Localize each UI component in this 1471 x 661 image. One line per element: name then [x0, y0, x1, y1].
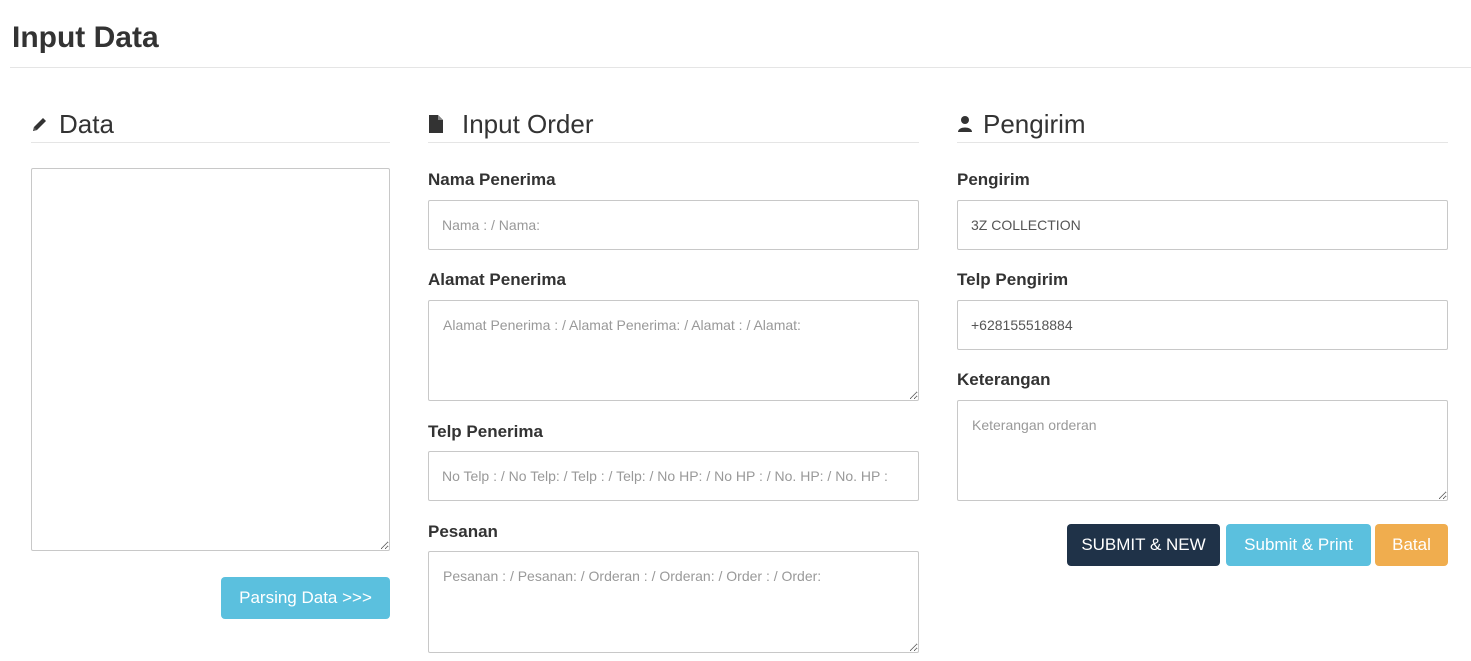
- pengirim-input[interactable]: [957, 200, 1448, 250]
- nama-penerima-label: Nama Penerima: [428, 170, 556, 189]
- submit-new-button[interactable]: SUBMIT & NEW: [1067, 524, 1220, 566]
- title-divider: [10, 67, 1471, 68]
- pencil-icon: [31, 115, 49, 133]
- pengirim-label: Pengirim: [957, 170, 1030, 189]
- alamat-penerima-textarea[interactable]: [428, 300, 919, 401]
- telp-penerima-input[interactable]: [428, 451, 919, 501]
- order-section-header: Input Order: [428, 106, 919, 143]
- keterangan-label: Keterangan: [957, 370, 1051, 389]
- sender-section-header: Pengirim: [957, 106, 1448, 143]
- alamat-penerima-label: Alamat Penerima: [428, 270, 566, 289]
- page-title: Input Data: [12, 21, 159, 54]
- raw-data-textarea[interactable]: [31, 168, 390, 551]
- order-section-title: Input Order: [462, 109, 594, 139]
- submit-print-button[interactable]: Submit & Print: [1226, 524, 1371, 566]
- file-icon: [428, 114, 444, 134]
- pesanan-label: Pesanan: [428, 522, 498, 541]
- nama-penerima-input[interactable]: [428, 200, 919, 250]
- parse-data-button[interactable]: Parsing Data >>>: [221, 577, 390, 619]
- data-section-title: Data: [59, 109, 114, 139]
- data-section-header: Data: [31, 106, 390, 143]
- telp-pengirim-label: Telp Pengirim: [957, 270, 1069, 289]
- user-icon: [957, 115, 973, 133]
- pesanan-textarea[interactable]: [428, 551, 919, 653]
- cancel-button[interactable]: Batal: [1375, 524, 1448, 566]
- telp-pengirim-input[interactable]: [957, 300, 1448, 350]
- keterangan-textarea[interactable]: [957, 400, 1448, 501]
- sender-section-title: Pengirim: [983, 109, 1086, 139]
- telp-penerima-label: Telp Penerima: [428, 422, 543, 441]
